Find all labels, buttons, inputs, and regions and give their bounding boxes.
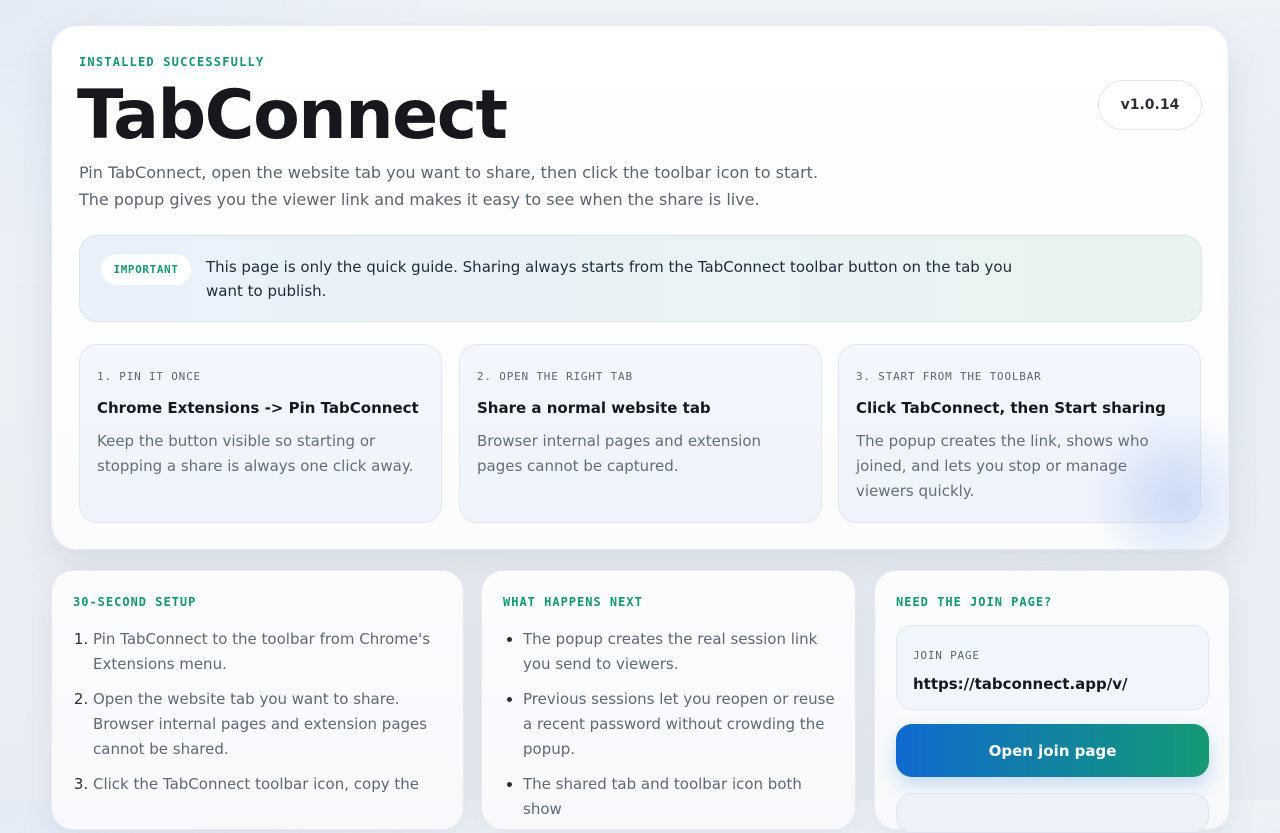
setup-card: 30-SECOND SETUP Pin TabConnect to the to… <box>51 570 464 830</box>
secondary-button[interactable] <box>896 793 1209 833</box>
version-badge: v1.0.14 <box>1098 80 1202 130</box>
intro-text: Pin TabConnect, open the website tab you… <box>79 163 819 209</box>
notice-text: This page is only the quick guide. Shari… <box>206 258 1013 300</box>
step-card-start: 3. START FROM THE TOOLBAR Click TabConne… <box>838 344 1201 523</box>
setup-list: Pin TabConnect to the toolbar from Chrom… <box>73 627 433 807</box>
join-page-label: JOIN PAGE <box>913 649 980 662</box>
next-list: The popup creates the real session link … <box>503 627 843 832</box>
list-item: Open the website tab you want to share. … <box>93 687 433 762</box>
join-heading: NEED THE JOIN PAGE? <box>896 595 1053 609</box>
step-kicker: 1. PIN IT ONCE <box>97 370 201 383</box>
join-page-box: JOIN PAGE https://tabconnect.app/v/ <box>896 625 1209 710</box>
join-page-url[interactable]: https://tabconnect.app/v/ <box>913 675 1128 693</box>
hero-card: INSTALLED SUCCESSFULLY TabConnect v1.0.1… <box>51 25 1229 550</box>
join-card: NEED THE JOIN PAGE? JOIN PAGE https://ta… <box>874 570 1230 833</box>
step-kicker: 3. START FROM THE TOOLBAR <box>856 370 1042 383</box>
step-title: Click TabConnect, then Start sharing <box>856 399 1166 417</box>
install-status: INSTALLED SUCCESSFULLY <box>79 55 265 69</box>
list-item: The shared tab and toolbar icon both sho… <box>523 772 843 822</box>
step-body: Browser internal pages and extension pag… <box>477 432 762 475</box>
step-body: The popup creates the link, shows who jo… <box>856 432 1149 500</box>
important-notice: IMPORTANT This page is only the quick gu… <box>79 235 1202 322</box>
important-badge: IMPORTANT <box>101 254 191 285</box>
step-title: Chrome Extensions -> Pin TabConnect <box>97 399 419 417</box>
step-title: Share a normal website tab <box>477 399 711 417</box>
list-item: Previous sessions let you reopen or reus… <box>523 687 843 762</box>
list-item: Pin TabConnect to the toolbar from Chrom… <box>93 627 433 677</box>
next-heading: WHAT HAPPENS NEXT <box>503 595 643 609</box>
step-body: Keep the button visible so starting or s… <box>97 432 414 475</box>
step-kicker: 2. OPEN THE RIGHT TAB <box>477 370 633 383</box>
setup-heading: 30-SECOND SETUP <box>73 595 197 609</box>
list-item: Click the TabConnect toolbar icon, copy … <box>93 772 433 797</box>
step-card-open-tab: 2. OPEN THE RIGHT TAB Share a normal web… <box>459 344 822 523</box>
step-card-pin: 1. PIN IT ONCE Chrome Extensions -> Pin … <box>79 344 442 523</box>
app-title: TabConnect <box>77 76 508 155</box>
list-item: The popup creates the real session link … <box>523 627 843 677</box>
open-join-page-button[interactable]: Open join page <box>896 724 1209 777</box>
next-card: WHAT HAPPENS NEXT The popup creates the … <box>481 570 856 830</box>
